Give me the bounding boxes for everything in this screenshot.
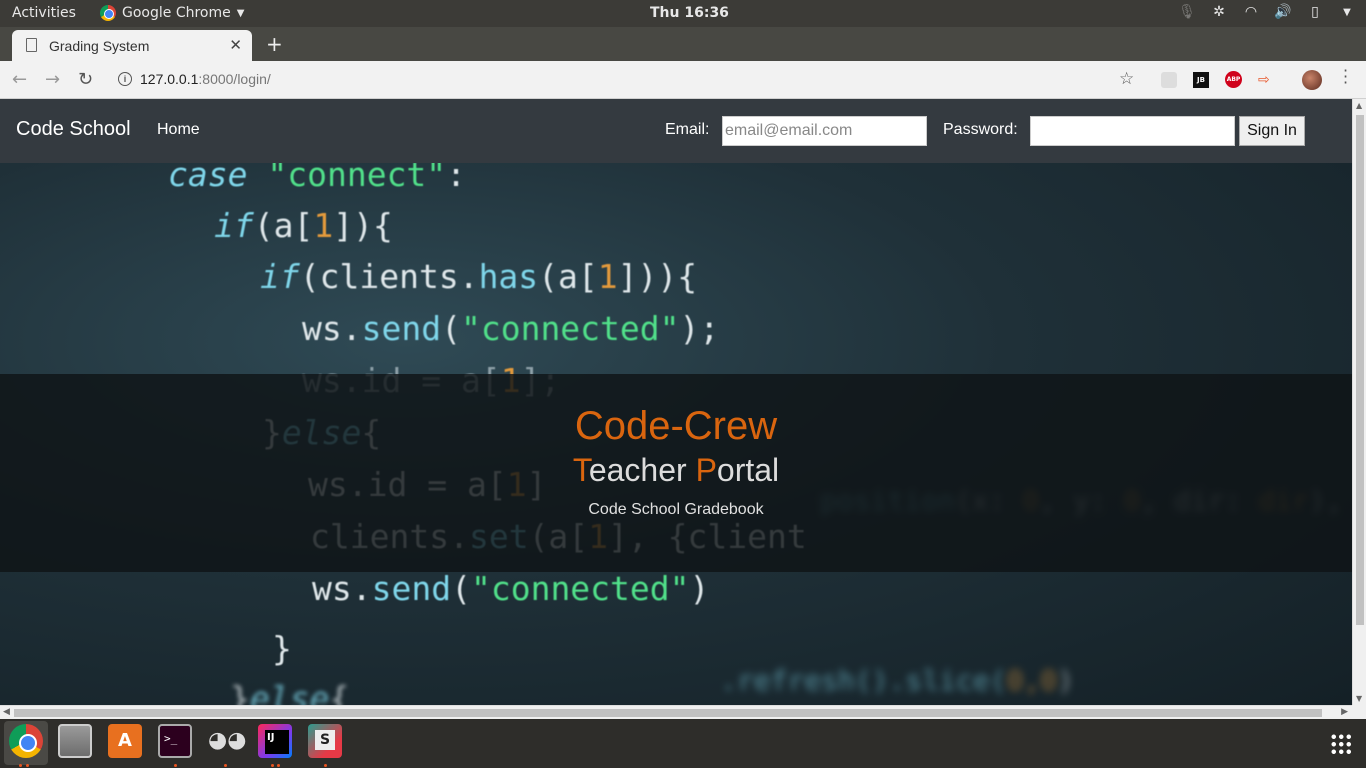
scroll-down-icon[interactable]: ▼ — [1356, 694, 1362, 703]
microphone-icon[interactable]: 🎙 — [1178, 4, 1196, 20]
sign-in-button[interactable]: Sign In — [1239, 116, 1305, 146]
page-icon — [26, 38, 37, 52]
tab-strip: Grading System ✕ — [0, 27, 1366, 61]
scroll-up-icon[interactable]: ▲ — [1356, 101, 1362, 110]
close-icon[interactable]: ✕ — [229, 36, 242, 54]
code-line: if(clients.has(a[1])){ — [260, 257, 698, 296]
clock[interactable]: Thu 16:36 — [650, 5, 729, 21]
home-link[interactable]: Home — [157, 121, 200, 139]
new-tab-button[interactable]: + — [266, 32, 283, 56]
hero-banner: Code-Crew Teacher Portal Code School Gra… — [0, 374, 1352, 572]
reload-icon[interactable]: ↻ — [78, 69, 93, 90]
scrollbar-corner — [1352, 705, 1366, 719]
apps-grid-icon[interactable] — [1330, 733, 1352, 755]
hero-tagline: Code School Gradebook — [588, 501, 764, 518]
scroll-right-icon[interactable]: ▶ — [1341, 707, 1348, 717]
subtitle-part: ortal — [716, 452, 780, 488]
gimp-icon[interactable]: ◕◕ — [208, 724, 246, 758]
back-arrow-icon[interactable]: ← — [12, 69, 27, 90]
forward-arrow-icon[interactable]: → — [45, 69, 60, 90]
more-menu-icon[interactable]: · · · — [1343, 63, 1348, 91]
dock: A >_ ◕◕ — [0, 719, 1366, 768]
vertical-scrollbar[interactable]: ▲ ▼ — [1352, 99, 1366, 705]
extension-icon[interactable] — [1161, 71, 1177, 88]
subtitle-part: eacher — [588, 452, 696, 488]
chrome-icon[interactable] — [9, 724, 43, 758]
code-line: ws.send("connected") — [312, 569, 710, 608]
sublime-icon[interactable] — [308, 724, 342, 758]
page-viewport: case "connect": if(a[1]){ if(clients.has… — [0, 99, 1352, 705]
chrome-icon — [100, 5, 116, 21]
app-menu-label: Google Chrome — [122, 5, 231, 21]
address-bar[interactable]: i 127.0.0.1:8000/login/ — [118, 71, 271, 87]
system-top-bar: Activities Google Chrome ▼ Thu 16:36 🎙 ✲… — [0, 0, 1366, 27]
horizontal-scrollbar[interactable]: ◀ ▶ — [0, 705, 1352, 719]
code-line: } — [272, 629, 292, 668]
running-indicator — [26, 764, 29, 767]
subtitle-initial-t: T — [572, 452, 589, 488]
profile-avatar[interactable] — [1302, 70, 1322, 90]
running-indicator — [19, 764, 22, 767]
chevron-down-icon: ▼ — [236, 7, 245, 19]
share-extension-icon[interactable]: ⇨ — [1258, 72, 1270, 88]
hero-title: Code-Crew — [574, 404, 778, 448]
running-indicator — [271, 764, 274, 767]
scrollbar-thumb[interactable] — [14, 709, 1322, 717]
code-line: ws.send("connected"); — [302, 309, 720, 348]
brand-link[interactable]: Code School — [16, 118, 131, 141]
email-field[interactable] — [722, 116, 927, 146]
code-line: }else{ — [230, 679, 350, 705]
site-navbar: Code School Home Email: Password: Sign I… — [0, 99, 1352, 163]
terminal-icon[interactable]: >_ — [158, 724, 192, 758]
url-path: :8000/login/ — [198, 71, 271, 87]
adblock-plus-icon[interactable]: ABP — [1225, 71, 1242, 88]
url-host: 127.0.0.1 — [140, 71, 199, 87]
volume-icon[interactable]: 🔊 — [1274, 4, 1292, 20]
app-menu[interactable]: Google Chrome ▼ — [100, 5, 244, 21]
battery-icon[interactable]: ▯ — [1306, 4, 1324, 20]
running-indicator — [277, 764, 280, 767]
jetbrains-extension-icon[interactable]: JB — [1193, 71, 1209, 88]
browser-toolbar: ← → ↻ i 127.0.0.1:8000/login/ ☆ JB ABP ⇨ — [0, 61, 1366, 99]
running-indicator — [174, 764, 177, 767]
info-icon[interactable]: i — [118, 72, 132, 86]
subtitle-initial-p: P — [695, 452, 717, 488]
files-icon[interactable] — [58, 724, 92, 758]
running-indicator — [324, 764, 327, 767]
tab-grading-system[interactable]: Grading System ✕ — [12, 30, 252, 61]
code-line-blurred: .refresh().slice(0,0) — [720, 664, 1075, 697]
scrollbar-thumb[interactable] — [1356, 115, 1364, 625]
scroll-left-icon[interactable]: ◀ — [3, 707, 10, 717]
password-field[interactable] — [1030, 116, 1235, 146]
running-indicator — [224, 764, 227, 767]
email-label: Email: — [665, 121, 710, 138]
password-label: Password: — [943, 121, 1018, 138]
intellij-icon[interactable] — [258, 724, 292, 758]
software-store-icon[interactable]: A — [108, 724, 142, 758]
extensions-area: JB ABP ⇨ — [1161, 71, 1270, 88]
network-icon[interactable]: ✲ — [1210, 4, 1228, 20]
tab-title: Grading System — [49, 38, 150, 54]
wifi-icon[interactable]: ◠ — [1242, 4, 1260, 20]
hero-subtitle: Teacher Portal — [0, 452, 1352, 489]
code-line: if(a[1]){ — [214, 206, 393, 245]
system-tray[interactable]: 🎙 ✲ ◠ 🔊 ▯ ▼ — [1178, 4, 1356, 20]
chevron-down-icon[interactable]: ▼ — [1338, 7, 1356, 18]
bookmark-star-icon[interactable]: ☆ — [1119, 69, 1134, 89]
activities-button[interactable]: Activities — [12, 5, 76, 21]
